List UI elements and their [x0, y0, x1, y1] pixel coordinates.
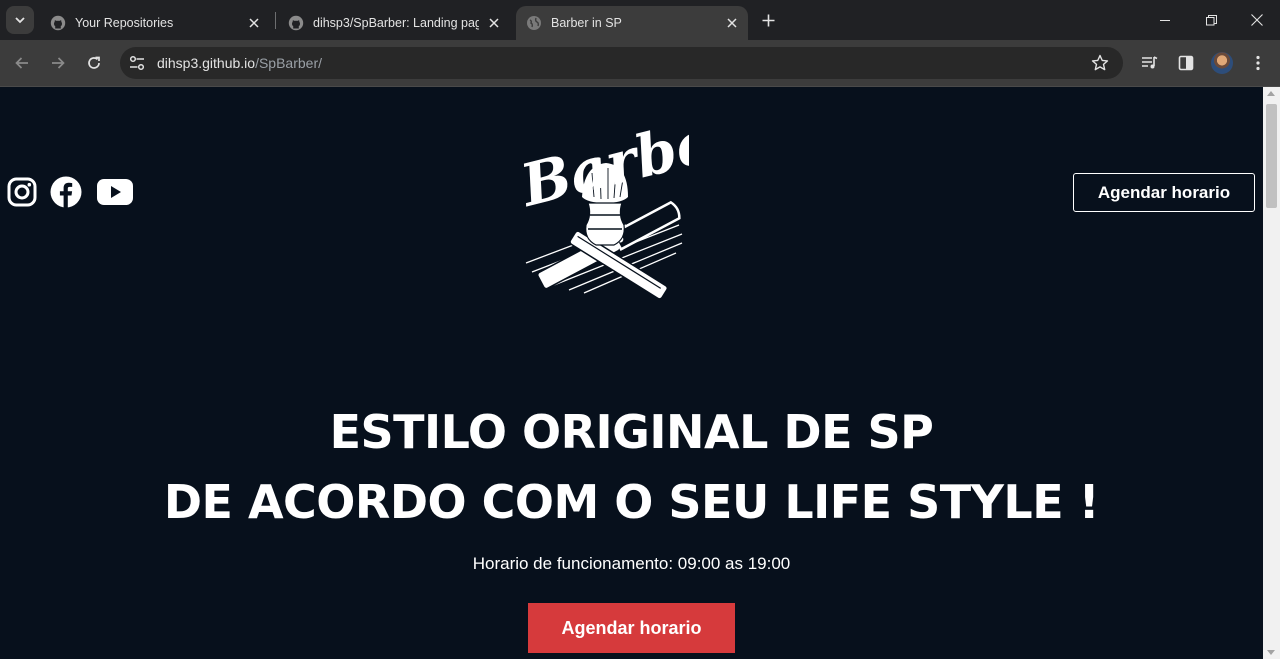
url-text[interactable]: dihsp3.github.io/SpBarber/: [157, 55, 322, 71]
close-icon[interactable]: [246, 15, 262, 31]
hero-heading-line-1: ESTILO ORIGINAL DE SP: [329, 405, 934, 459]
facebook-icon[interactable]: [50, 175, 82, 209]
plus-icon: [762, 14, 774, 26]
menu-button[interactable]: [1247, 52, 1269, 74]
tab-title: Your Repositories: [75, 16, 174, 30]
browser-toolbar: dihsp3.github.io/SpBarber/: [0, 40, 1280, 87]
github-icon: [288, 15, 304, 31]
restore-icon: [1205, 14, 1217, 25]
header-schedule-button[interactable]: Agendar horario: [1073, 173, 1255, 212]
barber-logo: Barber: [514, 98, 689, 299]
close-icon: [1251, 14, 1263, 26]
profile-avatar[interactable]: [1211, 52, 1233, 74]
url-path: /SpBarber/: [255, 55, 323, 71]
tab-search-button[interactable]: [6, 6, 34, 34]
hero-heading-line-2: DE ACORDO COM O SEU LIFE STYLE !: [163, 475, 1100, 529]
tab-your-repositories[interactable]: Your Repositories: [40, 6, 270, 40]
arrow-right-icon: [52, 57, 65, 69]
media-queue-icon: [1142, 56, 1158, 69]
bookmark-star-icon[interactable]: [1091, 54, 1109, 72]
tab-barber-in-sp[interactable]: Barber in SP: [516, 6, 748, 40]
minimize-button[interactable]: [1142, 0, 1188, 40]
globe-icon: [526, 15, 542, 31]
scrollbar-thumb[interactable]: [1266, 104, 1277, 208]
back-button[interactable]: [9, 50, 35, 76]
tab-strip: Your Repositories dihsp3/SpBarber: Landi…: [0, 0, 1280, 40]
youtube-icon[interactable]: [97, 175, 133, 209]
chevron-down-icon: [15, 17, 25, 24]
new-tab-button[interactable]: [756, 8, 780, 32]
page-viewport: Barber Agendar horario ESTILO ORIGINAL D…: [0, 87, 1263, 659]
hero-schedule-button[interactable]: Agendar horario: [528, 603, 735, 653]
tab-title: dihsp3/SpBarber: Landing page: [313, 16, 479, 30]
reload-icon: [88, 56, 100, 69]
logo-text: Barber: [514, 98, 689, 220]
forward-button[interactable]: [45, 50, 71, 76]
reload-button[interactable]: [81, 50, 107, 76]
social-links: [7, 175, 133, 209]
tab-spbarber-repo[interactable]: dihsp3/SpBarber: Landing page: [278, 6, 510, 40]
url-host: dihsp3.github.io: [157, 55, 256, 71]
minimize-icon: [1159, 19, 1170, 21]
tab-divider: [275, 12, 276, 29]
close-icon[interactable]: [486, 15, 502, 31]
tab-title: Barber in SP: [551, 16, 622, 30]
opening-hours-text: Horario de funcionamento: 09:00 as 19:00: [472, 554, 791, 573]
side-panel-icon: [1178, 55, 1194, 71]
media-control-button[interactable]: [1139, 52, 1161, 74]
site-settings-icon[interactable]: [128, 55, 146, 71]
close-icon[interactable]: [724, 15, 740, 31]
address-bar[interactable]: dihsp3.github.io/SpBarber/: [120, 47, 1123, 79]
instagram-icon[interactable]: [7, 175, 37, 209]
arrow-left-icon: [15, 57, 28, 69]
page-scrollbar[interactable]: [1263, 87, 1280, 659]
scroll-up-arrow-icon[interactable]: [1267, 91, 1275, 96]
side-panel-button[interactable]: [1175, 52, 1197, 74]
kebab-menu-icon: [1256, 55, 1260, 71]
scroll-down-arrow-icon[interactable]: [1267, 650, 1275, 655]
github-icon: [50, 15, 66, 31]
close-window-button[interactable]: [1234, 0, 1280, 40]
restore-button[interactable]: [1188, 0, 1234, 40]
